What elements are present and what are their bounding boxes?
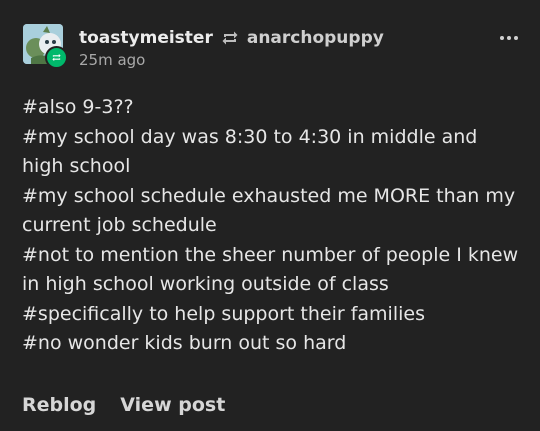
tag-item[interactable]: #specifically to help support their fami… (22, 300, 522, 330)
view-post-button[interactable]: View post (120, 394, 225, 416)
tag-item[interactable]: #not to mention the sheer number of peop… (22, 241, 522, 300)
tag-item[interactable]: #also 9-3?? (22, 93, 522, 123)
post-timestamp: 25m ago (79, 51, 146, 69)
post-actions: Reblog View post (22, 394, 225, 416)
post-header: toastymeister anarchopuppy (79, 26, 384, 50)
reblog-button[interactable]: Reblog (22, 394, 96, 416)
reblog-icon (221, 30, 239, 46)
author-name[interactable]: toastymeister (79, 28, 213, 48)
reblogged-from-name[interactable]: anarchopuppy (247, 28, 384, 48)
reblog-badge-icon (45, 46, 68, 69)
tag-item[interactable]: #no wonder kids burn out so hard (22, 329, 522, 359)
tag-item[interactable]: #my school schedule exhausted me MORE th… (22, 182, 522, 241)
post-card: toastymeister anarchopuppy 25m ago #also… (0, 0, 540, 431)
tags-list: #also 9-3?? #my school day was 8:30 to 4… (22, 93, 522, 359)
more-horizontal-icon[interactable] (500, 36, 518, 40)
tag-item[interactable]: #my school day was 8:30 to 4:30 in middl… (22, 123, 522, 182)
